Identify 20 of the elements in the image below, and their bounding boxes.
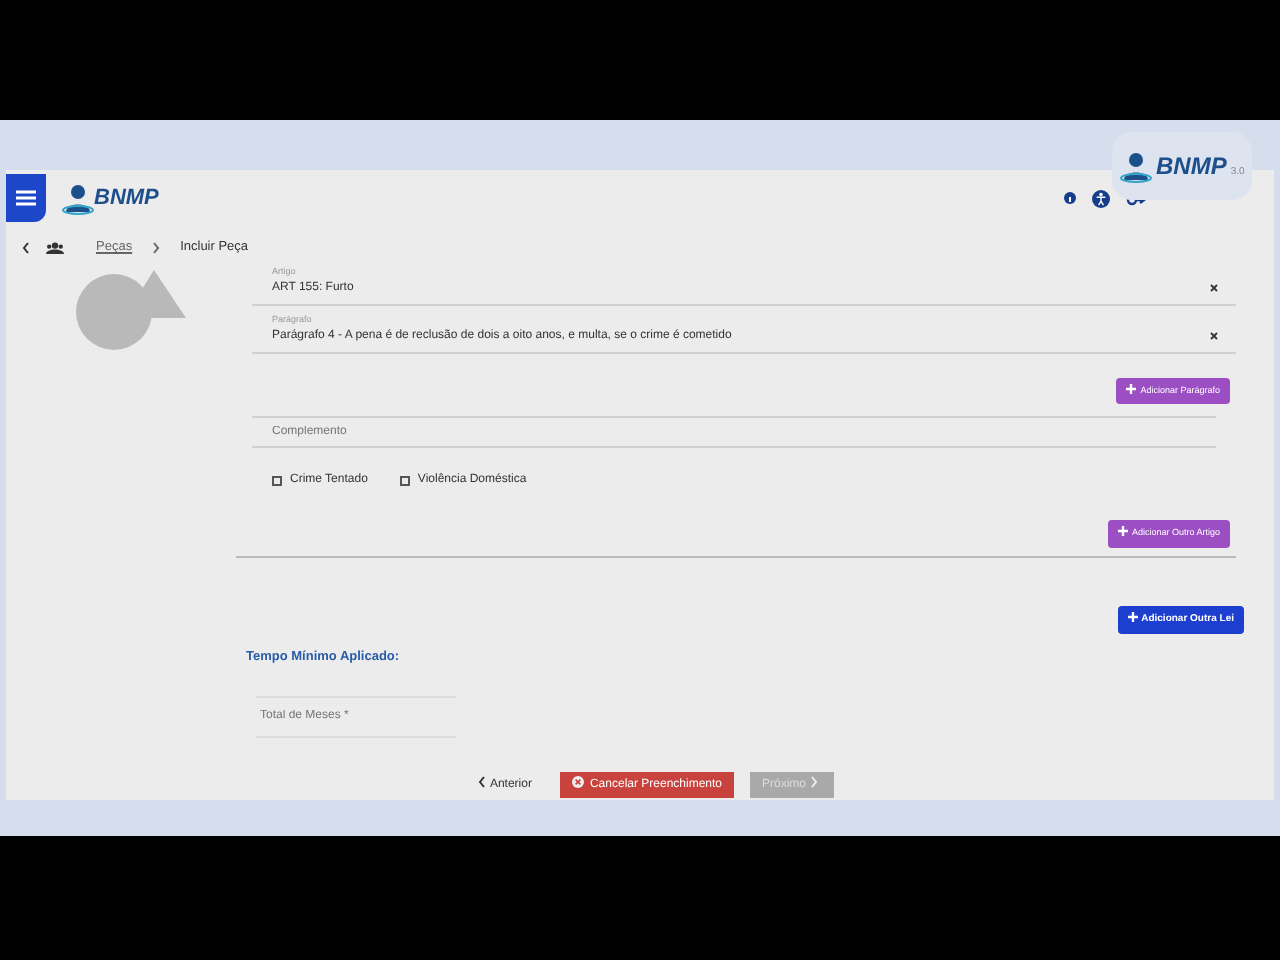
clear-icon[interactable]	[1210, 332, 1218, 340]
info-icon[interactable]	[1064, 192, 1076, 204]
logo-icon	[62, 180, 94, 216]
accessibility-icon[interactable]	[1092, 189, 1110, 207]
clear-icon[interactable]	[1210, 284, 1218, 292]
avatar-placeholder-icon	[70, 270, 190, 350]
chevron-left-icon	[477, 775, 486, 787]
logo-icon	[1120, 148, 1152, 184]
logo-text: BNMP	[94, 183, 159, 214]
logo-text: BNMP	[1156, 150, 1227, 184]
chevron-icon	[152, 242, 161, 254]
chevron-right-icon	[810, 775, 819, 787]
plus-icon	[1126, 384, 1137, 394]
group-icon	[46, 242, 64, 254]
plus-icon	[1127, 611, 1138, 621]
menu-button[interactable]	[6, 174, 46, 222]
plus-icon	[1117, 526, 1128, 537]
cancel-icon	[571, 775, 584, 787]
menu-icon[interactable]	[16, 190, 36, 206]
back-icon[interactable]	[22, 242, 30, 254]
